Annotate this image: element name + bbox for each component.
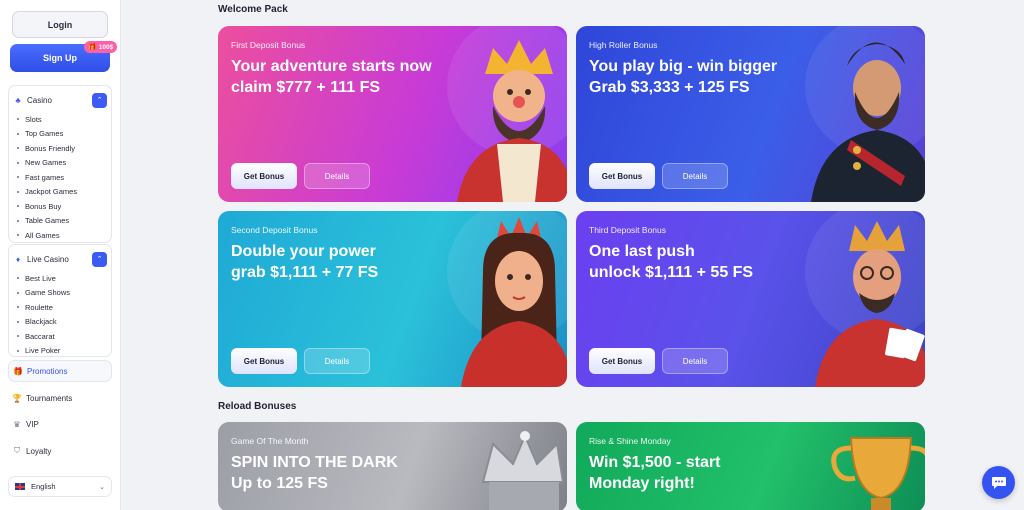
vip-label: VIP — [26, 419, 39, 429]
card-headline-line: One last push — [589, 243, 695, 260]
live-item-best-live[interactable]: Best Live — [17, 271, 70, 286]
card-headline-line: Grab $3,333 + 125 FS — [589, 79, 750, 96]
card-eyebrow: First Deposit Bonus — [231, 40, 306, 50]
promo-card-monday[interactable]: Rise & Shine Monday Win $1,500 - start M… — [576, 422, 925, 510]
sidebar-item-loyalty[interactable]: ⛉ Loyalty — [12, 444, 51, 458]
captain-character-illustration — [805, 26, 925, 202]
card-eyebrow: Second Deposit Bonus — [231, 225, 318, 235]
king-character-illustration — [447, 26, 567, 202]
casino-item-bonus-buy[interactable]: Bonus Buy — [17, 199, 77, 214]
welcome-pack-title: Welcome Pack — [218, 4, 288, 15]
card-headline-line: Monday right! — [589, 475, 695, 492]
card-headline: SPIN INTO THE DARK Up to 125 FS — [231, 452, 461, 494]
live-item-game-shows[interactable]: Game Shows — [17, 286, 70, 301]
promo-card-first-deposit[interactable]: First Deposit Bonus Your adventure start… — [218, 26, 567, 202]
promo-card-second-deposit[interactable]: Second Deposit Bonus Double your power g… — [218, 211, 567, 387]
card-headline-line: Your adventure starts now — [231, 58, 432, 75]
card-eyebrow: High Roller Bonus — [589, 40, 658, 50]
card-headline-line: Win $1,500 - start — [589, 454, 721, 471]
card-eyebrow: Third Deposit Bonus — [589, 225, 667, 235]
card-headline-line: SPIN INTO THE DARK — [231, 454, 398, 471]
language-selector[interactable]: English ⌄ — [8, 476, 112, 497]
get-bonus-button[interactable]: Get Bonus — [589, 348, 655, 374]
casino-sublist: Slots Top Games Bonus Friendly New Games… — [17, 112, 77, 243]
uk-flag-icon — [15, 483, 25, 490]
promo-card-high-roller[interactable]: High Roller Bonus You play big - win big… — [576, 26, 925, 202]
promotions-label: Promotions — [27, 366, 68, 376]
card-headline: You play big - win bigger Grab $3,333 + … — [589, 56, 819, 98]
card-headline-line: claim $777 + 111 FS — [231, 79, 381, 96]
promo-card-third-deposit[interactable]: Third Deposit Bonus One last push unlock… — [576, 211, 925, 387]
promo-card-game-of-month[interactable]: Game Of The Month SPIN INTO THE DARK Up … — [218, 422, 567, 510]
card-king-character-illustration — [805, 211, 925, 387]
casino-item-new-games[interactable]: New Games — [17, 156, 77, 171]
casino-item-jackpot-games[interactable]: Jackpot Games — [17, 185, 77, 200]
card-headline-line: grab $1,111 + 77 FS — [231, 264, 379, 281]
casino-group-title: Casino — [27, 95, 52, 105]
crown-icon: ♛ — [13, 419, 21, 429]
casino-item-top-games[interactable]: Top Games — [17, 127, 77, 142]
live-item-baccarat[interactable]: Baccarat — [17, 329, 70, 344]
chevron-down-icon: ⌄ — [99, 483, 105, 491]
queen-character-illustration — [447, 211, 567, 387]
card-headline: Win $1,500 - start Monday right! — [589, 452, 819, 494]
sidebar: Login Sign Up 🎁 100$ ♣ Casino ⌃ Slots To… — [0, 0, 121, 510]
live-item-roulette[interactable]: Roulette — [17, 300, 70, 315]
details-button[interactable]: Details — [662, 348, 728, 374]
get-bonus-button[interactable]: Get Bonus — [231, 348, 297, 374]
card-headline: One last push unlock $1,111 + 55 FS — [589, 241, 819, 283]
trophy-icon: 🏆 — [12, 393, 22, 403]
live-casino-icon: ♦ — [15, 254, 21, 264]
sidebar-item-vip[interactable]: ♛ VIP — [12, 417, 39, 431]
card-headline-line: unlock $1,111 + 55 FS — [589, 264, 754, 281]
casino-collapse-toggle[interactable]: ⌃ — [92, 92, 107, 108]
signup-bonus-amount: 100$ — [98, 43, 114, 51]
casino-nav-group: ♣ Casino ⌃ Slots Top Games Bonus Friendl… — [8, 85, 112, 243]
login-button[interactable]: Login — [12, 11, 108, 38]
live-casino-group-header[interactable]: ♦ Live Casino ⌃ — [13, 251, 107, 267]
casino-icon: ♣ — [15, 95, 21, 105]
casino-item-slots[interactable]: Slots — [17, 112, 77, 127]
card-headline: Double your power grab $1,111 + 77 FS — [231, 241, 461, 283]
sidebar-item-tournaments[interactable]: 🏆 Tournaments — [12, 391, 72, 405]
signup-bonus-badge: 🎁 100$ — [84, 41, 118, 53]
reload-bonuses-title: Reload Bonuses — [218, 401, 297, 412]
casino-item-table-games[interactable]: Table Games — [17, 214, 77, 229]
details-button[interactable]: Details — [304, 163, 370, 189]
language-label: English — [31, 482, 56, 491]
live-casino-group-title: Live Casino — [27, 254, 69, 264]
card-eyebrow: Rise & Shine Monday — [589, 436, 671, 446]
get-bonus-button[interactable]: Get Bonus — [589, 163, 655, 189]
casino-item-all-games[interactable]: All Games — [17, 228, 77, 243]
card-headline-line: Double your power — [231, 243, 376, 260]
gift-icon: 🎁 — [88, 44, 97, 51]
card-headline-line: You play big - win bigger — [589, 58, 778, 75]
live-casino-sublist: Best Live Game Shows Roulette Blackjack … — [17, 271, 70, 358]
casino-item-fast-games[interactable]: Fast games — [17, 170, 77, 185]
casino-group-header[interactable]: ♣ Casino ⌃ — [13, 92, 107, 108]
gift-icon: 🎁 — [13, 366, 23, 376]
card-headline-line: Up to 125 FS — [231, 475, 328, 492]
loyalty-label: Loyalty — [26, 446, 52, 456]
sidebar-item-promotions[interactable]: 🎁 Promotions — [8, 360, 112, 382]
live-casino-collapse-toggle[interactable]: ⌃ — [92, 251, 107, 267]
chat-icon — [991, 476, 1006, 489]
live-item-live-poker[interactable]: Live Poker — [17, 344, 70, 359]
details-button[interactable]: Details — [662, 163, 728, 189]
tournaments-label: Tournaments — [26, 393, 73, 403]
card-headline: Your adventure starts now claim $777 + 1… — [231, 56, 461, 98]
shield-icon: ⛉ — [14, 446, 20, 455]
live-casino-nav-group: ♦ Live Casino ⌃ Best Live Game Shows Rou… — [8, 244, 112, 357]
chat-support-button[interactable] — [982, 466, 1015, 499]
card-eyebrow: Game Of The Month — [231, 436, 309, 446]
details-button[interactable]: Details — [304, 348, 370, 374]
casino-item-bonus-friendly[interactable]: Bonus Friendly — [17, 141, 77, 156]
get-bonus-button[interactable]: Get Bonus — [231, 163, 297, 189]
live-item-blackjack[interactable]: Blackjack — [17, 315, 70, 330]
